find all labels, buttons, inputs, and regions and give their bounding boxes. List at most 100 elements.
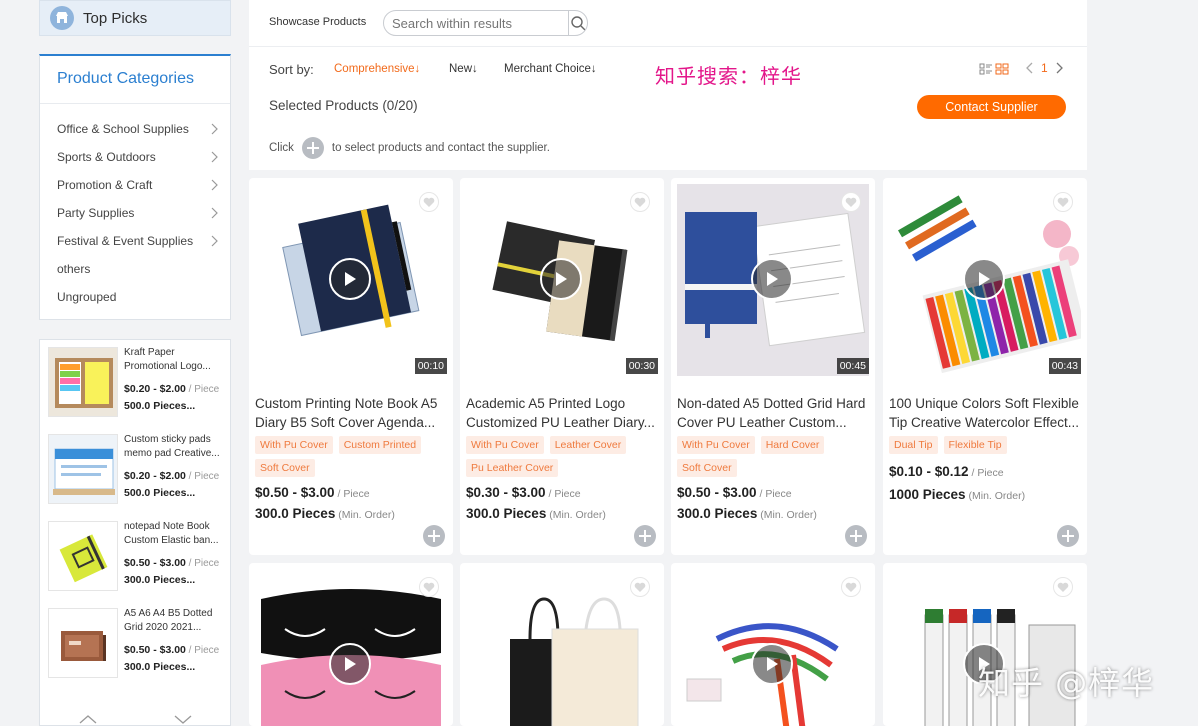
category-label: Ungrouped (57, 290, 117, 304)
sort-merchant-choice[interactable]: Merchant Choice↓ (504, 63, 597, 75)
price-value: $0.20 - $2.00 (124, 383, 186, 395)
chevron-right-icon (211, 235, 218, 247)
product-tag: Pu Leather Cover (466, 459, 559, 477)
price-value: $0.50 - $3.00 (124, 557, 186, 569)
side-product-moq: 500.0 Pieces... (124, 487, 196, 499)
play-icon[interactable] (329, 258, 371, 300)
product-image[interactable] (466, 569, 658, 726)
store-icon (50, 6, 74, 30)
top-picks-link[interactable]: Top Picks (39, 0, 231, 36)
side-product-item[interactable]: Custom sticky pads memo pad Creative... … (48, 427, 228, 507)
product-price: $0.50 - $3.00 / Piece (255, 485, 370, 500)
side-product-title[interactable]: A5 A6 A4 B5 Dotted Grid 2020 2021... (124, 607, 224, 635)
search-icon (571, 16, 586, 31)
play-icon[interactable] (751, 258, 793, 300)
product-title[interactable]: 100 Unique Colors Soft Flexible Tip Crea… (889, 394, 1081, 432)
category-item[interactable]: Sports & Outdoors (40, 143, 230, 171)
product-tags: With Pu Cover Hard Cover Soft Cover (677, 436, 869, 477)
search-input[interactable] (384, 11, 568, 35)
contact-supplier-button[interactable]: Contact Supplier (917, 95, 1066, 119)
side-product-moq: 500.0 Pieces... (124, 400, 196, 412)
video-duration: 00:45 (836, 358, 869, 374)
product-card[interactable]: 00:45 Non-dated A5 Dotted Grid Hard Cove… (671, 178, 875, 555)
product-card[interactable] (460, 563, 664, 726)
price-value: $0.10 - $0.12 (889, 464, 969, 479)
heart-icon[interactable] (1053, 577, 1073, 597)
category-item[interactable]: Festival & Event Supplies (40, 227, 230, 255)
side-product-item[interactable]: A5 A6 A4 B5 Dotted Grid 2020 2021... $0.… (48, 601, 228, 681)
grid-view-icon[interactable] (995, 62, 1009, 76)
product-thumbnail (48, 608, 118, 678)
product-card[interactable] (671, 563, 875, 726)
product-tags: Dual Tip Flexible Tip (889, 436, 1081, 454)
heart-icon[interactable] (841, 192, 861, 212)
heart-icon[interactable] (841, 577, 861, 597)
list-view-icon[interactable] (979, 62, 993, 76)
side-product-title[interactable]: notepad Note Book Custom Elastic ban... (124, 520, 224, 548)
play-icon[interactable] (540, 258, 582, 300)
view-toggle (979, 62, 1009, 76)
product-price: $0.50 - $3.00 / Piece (677, 485, 792, 500)
chevron-right-icon (211, 151, 218, 163)
side-product-item[interactable]: Kraft Paper Promotional Logo... $0.20 - … (48, 340, 228, 420)
price-value: $0.50 - $3.00 (677, 485, 757, 500)
heart-icon[interactable] (419, 192, 439, 212)
heart-icon[interactable] (630, 192, 650, 212)
side-product-item[interactable]: notepad Note Book Custom Elastic ban... … (48, 514, 228, 594)
add-circle-icon[interactable] (634, 525, 656, 547)
product-tag: Soft Cover (255, 459, 315, 477)
category-item[interactable]: others (40, 255, 230, 283)
min-order-label: (Min. Order) (335, 509, 395, 521)
play-icon[interactable] (751, 643, 793, 685)
product-tags: With Pu Cover Leather Cover Pu Leather C… (466, 436, 658, 477)
product-card[interactable]: 00:30 Academic A5 Printed Logo Customize… (460, 178, 664, 555)
category-item[interactable]: Promotion & Craft (40, 171, 230, 199)
side-product-title[interactable]: Kraft Paper Promotional Logo... (124, 346, 224, 374)
category-item[interactable]: Office & School Supplies (40, 115, 230, 143)
product-title[interactable]: Academic A5 Printed Logo Customized PU L… (466, 394, 658, 432)
chevron-down-icon[interactable] (171, 705, 195, 725)
add-circle-icon[interactable] (1057, 525, 1079, 547)
heart-icon[interactable] (630, 577, 650, 597)
search-within-results (383, 10, 588, 36)
sort-comprehensive[interactable]: Comprehensive↓ (334, 63, 420, 75)
play-icon[interactable] (329, 643, 371, 685)
side-list-nav (40, 705, 230, 725)
product-card[interactable]: 00:43 100 Unique Colors Soft Flexible Ti… (883, 178, 1087, 555)
product-moq: 300.0 Pieces (Min. Order) (255, 506, 395, 521)
product-tag: Flexible Tip (943, 436, 1007, 454)
category-item[interactable]: Party Supplies (40, 199, 230, 227)
min-order-label: (Min. Order) (757, 509, 817, 521)
sort-new[interactable]: New↓ (449, 63, 478, 75)
heart-icon[interactable] (1053, 192, 1073, 212)
prev-page-icon[interactable] (1025, 62, 1033, 74)
product-tag: With Pu Cover (677, 436, 755, 454)
price-value: $0.30 - $3.00 (466, 485, 546, 500)
next-page-icon[interactable] (1056, 62, 1064, 74)
add-circle-icon[interactable] (845, 525, 867, 547)
product-card[interactable]: 00:10 Custom Printing Note Book A5 Diary… (249, 178, 453, 555)
product-price: $0.30 - $3.00 / Piece (466, 485, 581, 500)
video-duration: 00:43 (1048, 358, 1081, 374)
side-product-title[interactable]: Custom sticky pads memo pad Creative... (124, 433, 224, 461)
price-unit: / Piece (334, 488, 370, 500)
side-product-price: $0.50 - $3.00 / Piece (124, 557, 219, 569)
price-unit: / Piece (756, 488, 792, 500)
price-unit: / Piece (185, 558, 220, 569)
category-label: Festival & Event Supplies (57, 234, 194, 248)
chevron-right-icon (211, 179, 218, 191)
chevron-up-icon[interactable] (76, 705, 100, 725)
product-card[interactable] (249, 563, 453, 726)
price-value: $0.50 - $3.00 (255, 485, 335, 500)
product-title[interactable]: Custom Printing Note Book A5 Diary B5 So… (255, 394, 447, 432)
price-unit: / Piece (185, 645, 220, 656)
selection-hint: Click to select products and contact the… (269, 137, 550, 159)
product-title[interactable]: Non-dated A5 Dotted Grid Hard Cover PU L… (677, 394, 869, 432)
results-toolbar: Showcase Products Sort by: Comprehensive… (249, 0, 1087, 170)
category-item[interactable]: Ungrouped (40, 283, 230, 311)
heart-icon[interactable] (419, 577, 439, 597)
play-icon[interactable] (963, 258, 1005, 300)
search-button[interactable] (568, 11, 587, 35)
product-moq: 1000 Pieces (Min. Order) (889, 487, 1025, 502)
add-circle-icon[interactable] (423, 525, 445, 547)
